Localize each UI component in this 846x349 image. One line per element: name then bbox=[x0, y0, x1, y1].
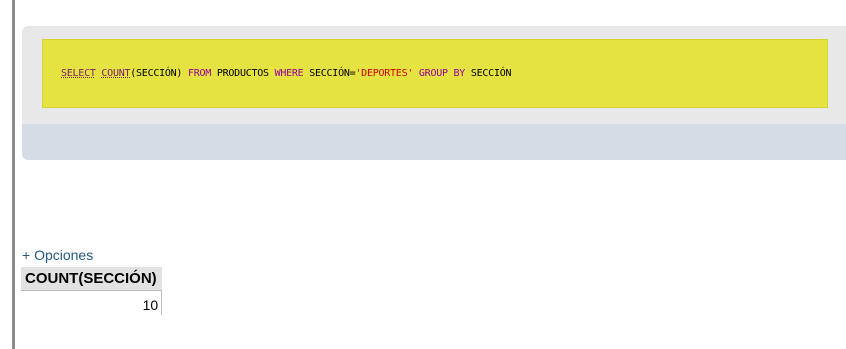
column-header-count[interactable]: COUNT(SECCIÓN) bbox=[21, 267, 162, 291]
sql-panel-footer bbox=[22, 124, 846, 160]
result-cell[interactable]: 10 bbox=[21, 290, 163, 315]
from-keyword: FROM bbox=[187, 68, 212, 79]
select-keyword-link[interactable]: SELECT bbox=[61, 68, 96, 79]
where-value: 'DEPORTES' bbox=[355, 68, 414, 79]
group-by-keyword: GROUP BY bbox=[418, 68, 466, 79]
sql-query-panel: SELECT COUNT(SECCIÓN) FROM PRODUCTOS WHE… bbox=[22, 26, 846, 160]
count-function-link[interactable]: COUNT bbox=[101, 68, 130, 79]
group-by-column: SECCIÓN bbox=[470, 68, 512, 79]
result-header-row: COUNT(SECCIÓN) bbox=[21, 267, 162, 291]
left-border bbox=[12, 0, 15, 349]
table-name: PRODUCTOS bbox=[216, 68, 269, 79]
result-table: COUNT(SECCIÓN) 10 bbox=[21, 267, 163, 315]
options-link[interactable]: + Opciones bbox=[22, 247, 93, 263]
where-column: SECCIÓN bbox=[309, 68, 350, 79]
sql-query-box: SELECT COUNT(SECCIÓN) FROM PRODUCTOS WHE… bbox=[42, 39, 828, 108]
count-argument: (SECCIÓN) bbox=[130, 68, 183, 79]
where-keyword: WHERE bbox=[274, 68, 304, 79]
sql-query-text: SELECT COUNT(SECCIÓN) FROM PRODUCTOS WHE… bbox=[61, 68, 512, 79]
table-row: 10 bbox=[21, 290, 163, 315]
